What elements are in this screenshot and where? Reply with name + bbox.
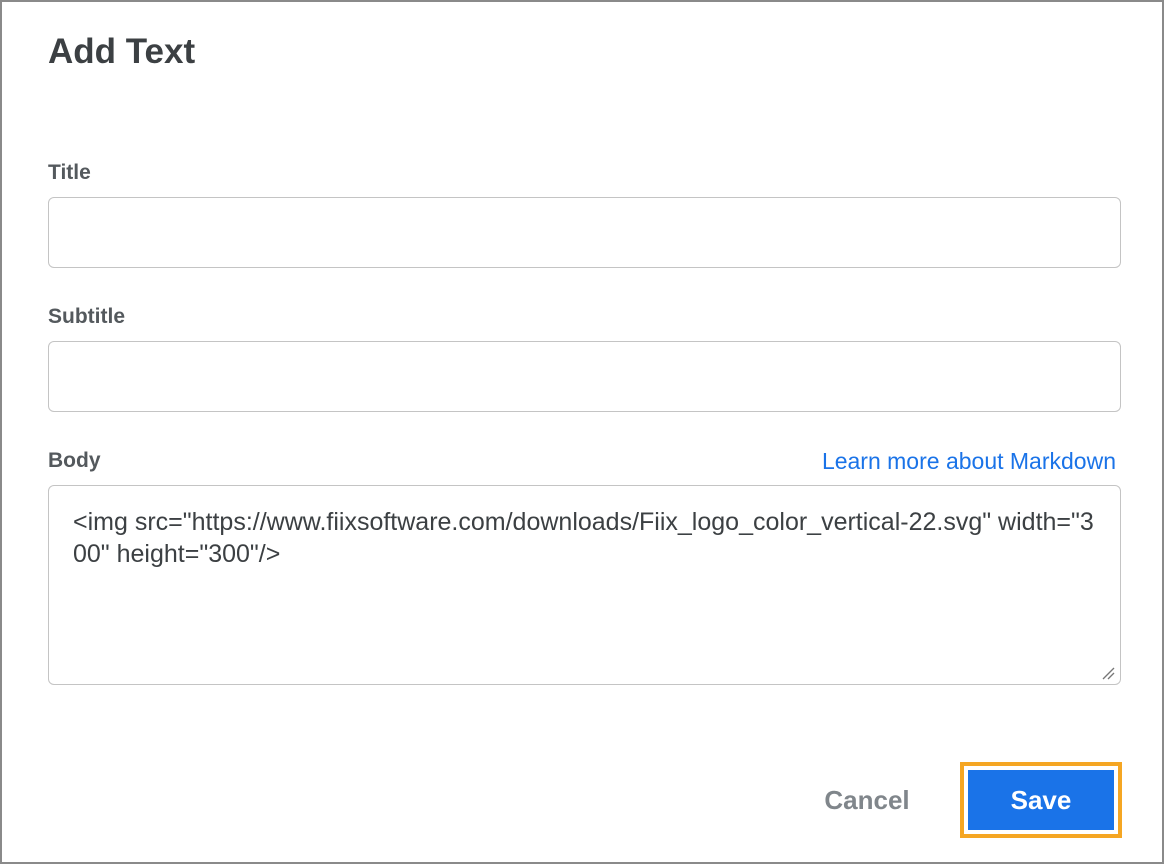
title-label: Title [48, 161, 91, 184]
add-text-dialog: Add Text Title Subtitle Body Learn more … [0, 0, 1164, 864]
save-button[interactable]: Save [968, 770, 1114, 830]
subtitle-label: Subtitle [48, 305, 125, 328]
subtitle-input[interactable] [48, 341, 1121, 412]
cancel-button[interactable]: Cancel [802, 774, 932, 826]
title-input[interactable] [48, 197, 1121, 268]
body-label: Body [48, 449, 101, 472]
body-textarea[interactable] [48, 485, 1121, 685]
resize-grip-icon[interactable] [1101, 666, 1115, 680]
save-button-focus-ring: Save [960, 762, 1122, 838]
dialog-title: Add Text [48, 32, 196, 71]
markdown-help-link[interactable]: Learn more about Markdown [822, 448, 1116, 474]
